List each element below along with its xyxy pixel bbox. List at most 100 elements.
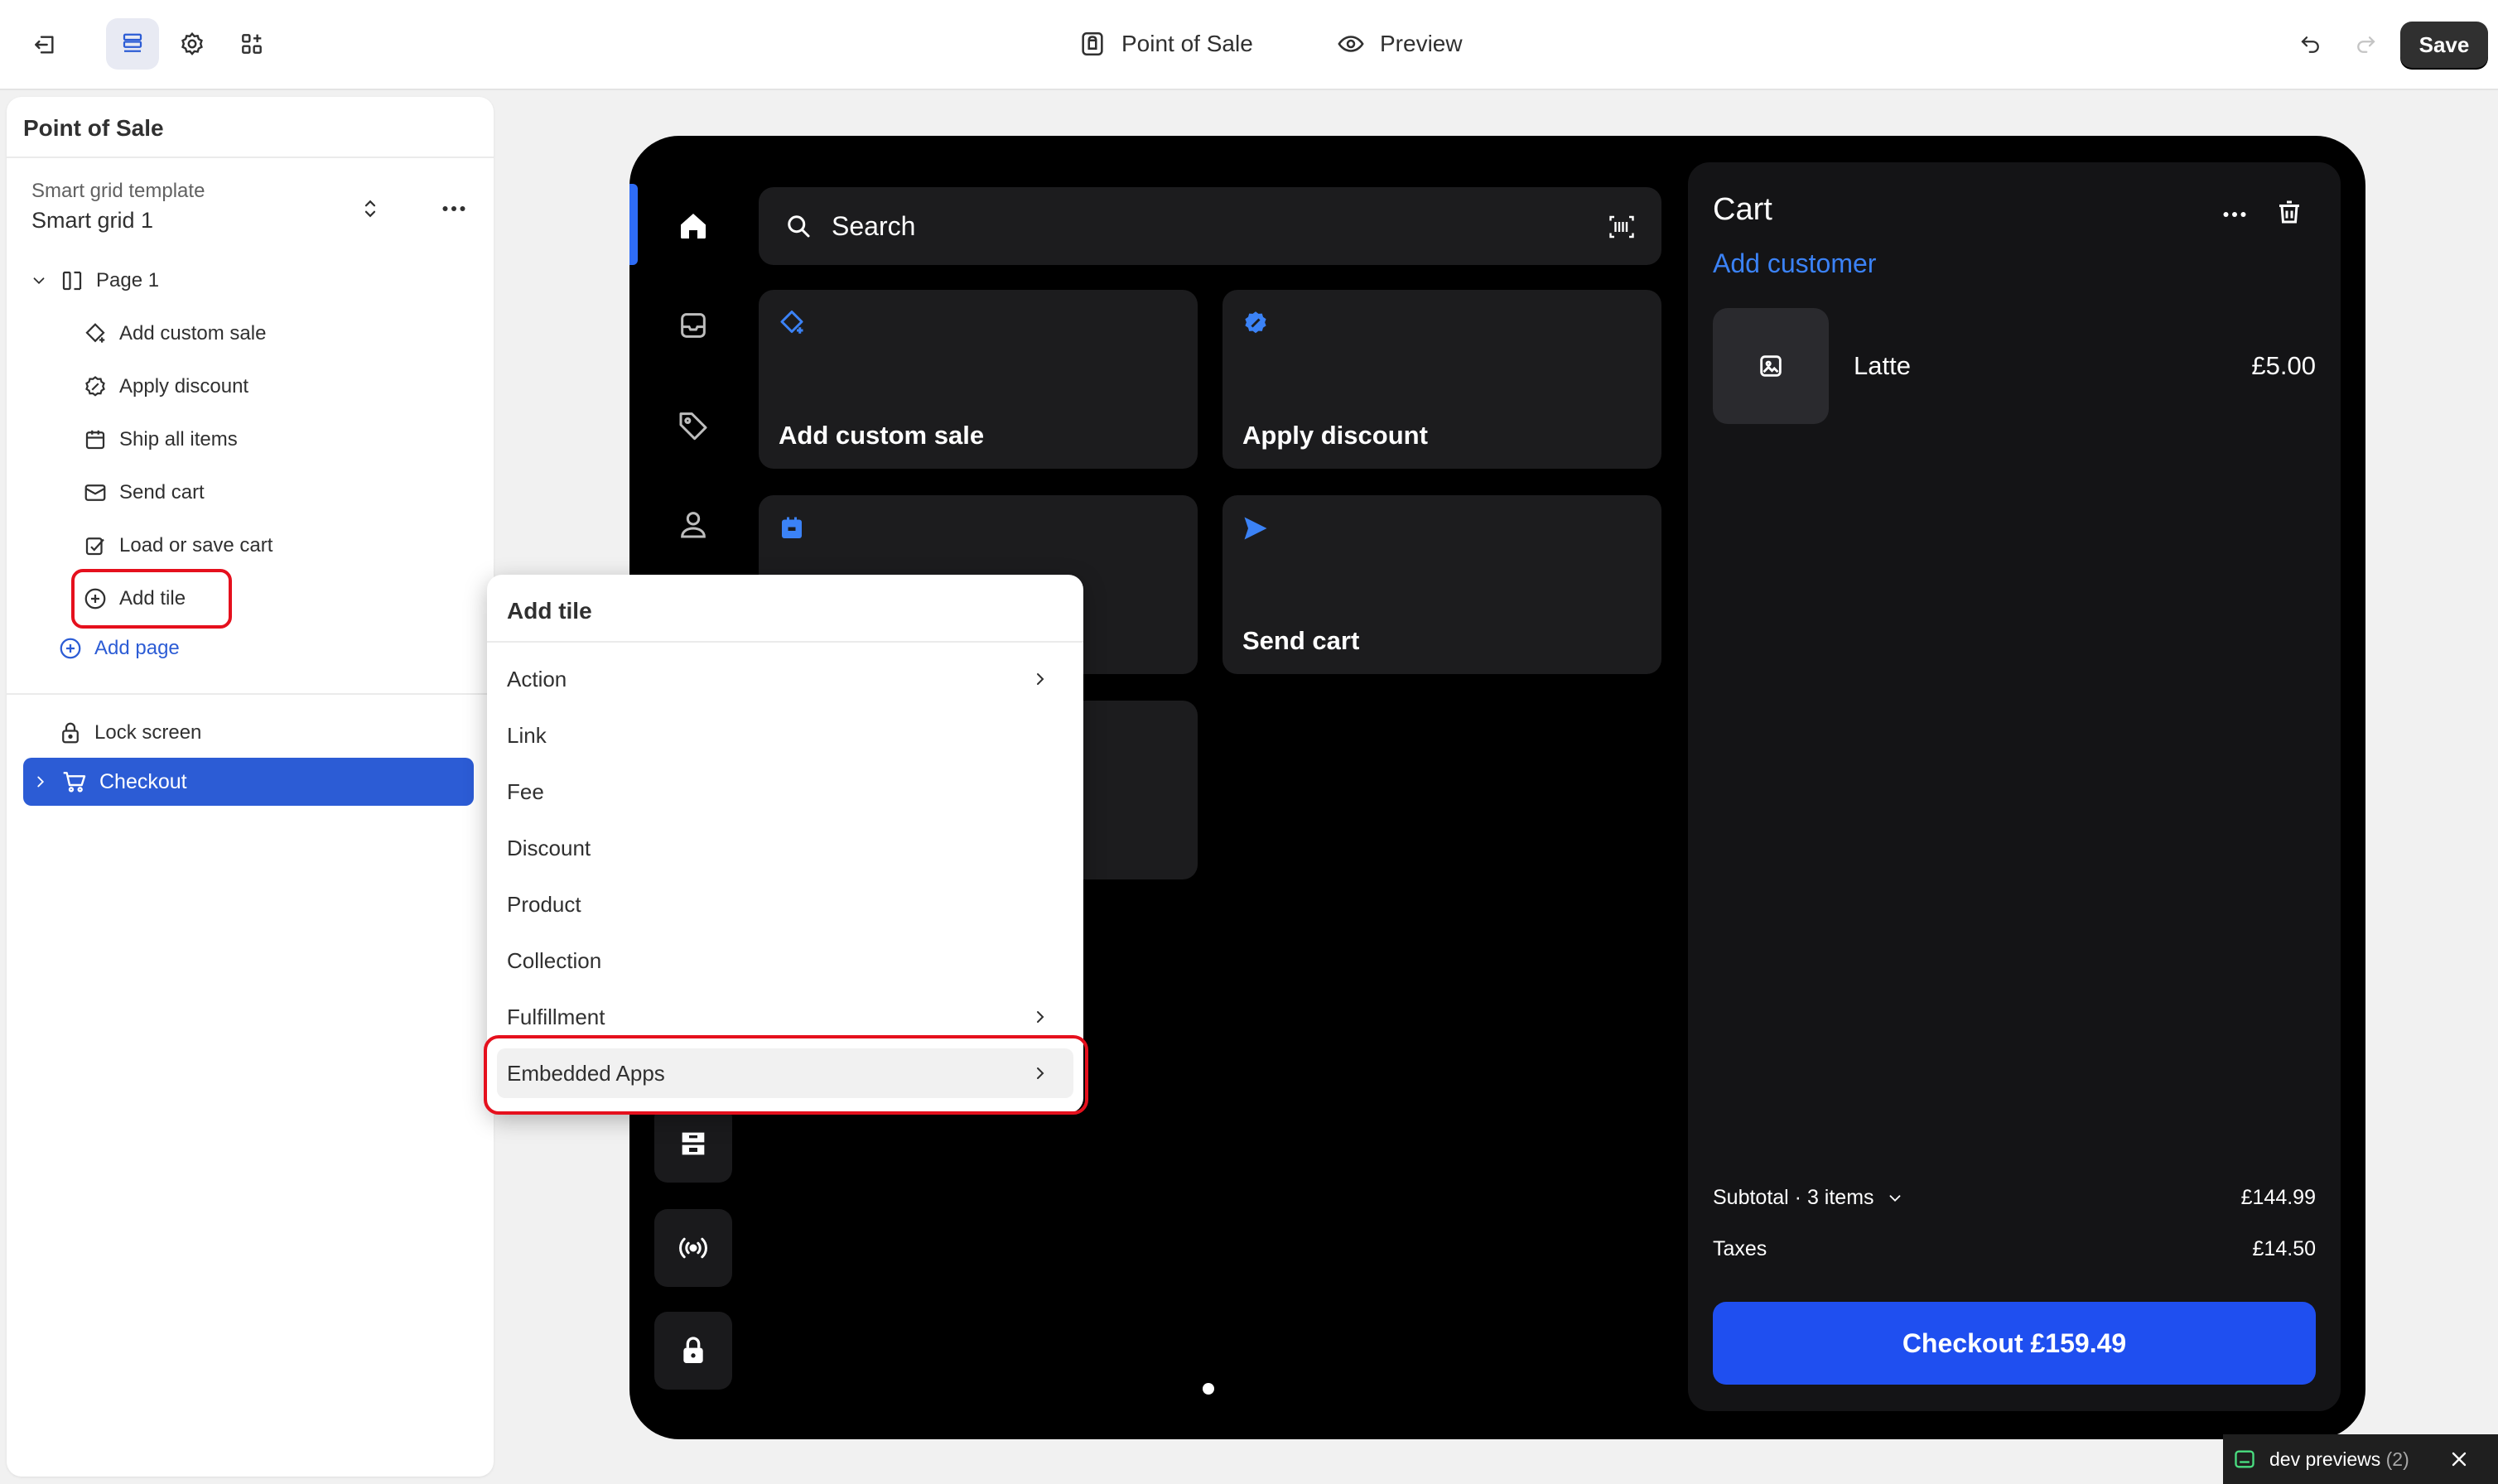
image-placeholder-icon — [1760, 355, 1782, 377]
save-cart-icon — [85, 537, 104, 556]
add-tile-highlight — [71, 569, 232, 629]
tree-page-1[interactable]: Page 1 — [30, 264, 159, 297]
tree-lock-screen[interactable]: Lock screen — [58, 716, 201, 749]
checkout-button[interactable]: Checkout £159.49 — [1713, 1302, 2316, 1385]
exit-icon[interactable] — [23, 23, 66, 66]
dropdown-item-fee[interactable]: Fee — [497, 767, 1073, 817]
inbox-icon[interactable] — [666, 298, 721, 353]
tree-tile-4[interactable]: Load or save cart — [83, 529, 272, 562]
checkout-label: Checkout — [99, 769, 187, 793]
tree-tile-1[interactable]: Apply discount — [83, 370, 248, 403]
dropdown-item-label: Discount — [507, 835, 591, 860]
pos-tile-add-custom-sale[interactable]: Add custom sale — [759, 290, 1198, 469]
subtotal-label: Subtotal · 3 items — [1713, 1186, 1874, 1209]
dropdown-item-label: Fee — [507, 778, 544, 804]
person-icon[interactable] — [666, 497, 721, 552]
add-page-label: Add page — [94, 637, 180, 659]
page-label: Page 1 — [96, 269, 160, 292]
dropdown-item-label: Link — [507, 722, 547, 748]
chevron-down-icon[interactable] — [30, 272, 48, 290]
dropdown-item-label: Fulfillment — [507, 1004, 605, 1029]
add-customer-link[interactable]: Add customer — [1713, 248, 1876, 279]
tree-tile-3[interactable]: Send cart — [83, 476, 205, 509]
tag-icon[interactable] — [666, 398, 721, 452]
taxes-label: Taxes — [1713, 1237, 1767, 1260]
apps-icon[interactable] — [230, 18, 273, 70]
product-thumbnail — [1713, 308, 1829, 424]
dev-previews-count: (2) — [2385, 1448, 2409, 1470]
barcode-scan-icon[interactable] — [1607, 212, 1637, 242]
tree-checkout[interactable]: Checkout — [23, 758, 474, 806]
dropdown-item-label: Product — [507, 891, 581, 917]
dev-previews-bar[interactable]: dev previews (2) — [2223, 1434, 2498, 1484]
ship-icon — [85, 430, 105, 450]
lock-screen-label: Lock screen — [94, 721, 202, 744]
tree-tile-label: Ship all items — [119, 428, 238, 450]
tree-tile-0[interactable]: Add custom sale — [83, 317, 266, 350]
broadcast-icon[interactable] — [654, 1209, 732, 1287]
search-icon — [788, 215, 810, 238]
sections-icon[interactable] — [106, 18, 159, 70]
chevron-down-icon — [1889, 1194, 1900, 1202]
trash-icon[interactable] — [2274, 197, 2304, 227]
chevron-right-icon — [1037, 673, 1044, 685]
dev-previews-label: dev previews — [2269, 1448, 2381, 1470]
gear-icon[interactable] — [171, 18, 214, 70]
search-placeholder: Search — [832, 210, 916, 241]
custom-sale-icon — [780, 311, 803, 334]
tree-tile-label: Send cart — [119, 481, 205, 504]
cart-panel: Cart Add customer Latte £5.00 Subtotal ·… — [1688, 162, 2341, 1411]
chevron-right-icon[interactable] — [31, 773, 50, 791]
dropdown-item-discount[interactable]: Discount — [497, 823, 1073, 873]
dropdown-item-link[interactable]: Link — [497, 711, 1073, 760]
tree-tile-label: Load or save cart — [119, 534, 273, 556]
pos-tile-send-cart[interactable]: Send cart — [1222, 495, 1661, 674]
rail-active-indicator — [629, 184, 638, 265]
page-indicator-dot[interactable] — [1203, 1383, 1214, 1395]
ship-icon — [782, 517, 802, 538]
dropdown-item-action[interactable]: Action — [497, 654, 1073, 704]
taxes-value: £14.50 — [2252, 1237, 2316, 1260]
lock-icon — [62, 722, 79, 744]
cart-icon — [63, 772, 86, 793]
dropdown-divider — [487, 641, 1083, 643]
subtotal-toggle[interactable]: Subtotal · 3 items — [1713, 1186, 1904, 1210]
cart-item-price: £5.00 — [2251, 351, 2316, 380]
redo-icon[interactable] — [2341, 20, 2390, 70]
plus-circle-icon — [60, 638, 81, 659]
pos-tab[interactable]: Point of Sale — [1078, 0, 1253, 88]
more-icon[interactable] — [439, 196, 469, 221]
add-page-button[interactable]: Add page — [58, 632, 180, 665]
chevron-right-icon — [1037, 1011, 1044, 1023]
more-icon[interactable] — [2218, 202, 2251, 227]
subtotal-value: £144.99 — [2240, 1186, 2316, 1209]
template-value: Smart grid 1 — [31, 208, 154, 233]
tree-tile-label: Add custom sale — [119, 322, 267, 344]
panel-divider — [7, 157, 494, 158]
preview-tab[interactable]: Preview — [1337, 0, 1463, 88]
store-icon[interactable] — [654, 1105, 732, 1183]
save-button[interactable]: Save — [2400, 22, 2488, 68]
dropdown-item-label: Collection — [507, 947, 602, 973]
custom-sale-icon — [85, 323, 105, 343]
lock-icon[interactable] — [654, 1312, 732, 1390]
tree-tile-2[interactable]: Ship all items — [83, 423, 238, 456]
tree-tile-label: Apply discount — [119, 375, 249, 398]
top-bar: Point of Sale Preview Save — [0, 0, 2498, 90]
tile-label: Send cart — [1242, 626, 1360, 655]
close-icon[interactable] — [2447, 1448, 2471, 1471]
mail-icon — [84, 484, 106, 501]
tile-label: Apply discount — [1242, 421, 1428, 450]
sections-panel: Point of Sale Smart grid template Smart … — [7, 97, 494, 1477]
pos-search-input[interactable]: Search — [759, 187, 1661, 265]
undo-icon[interactable] — [2286, 20, 2336, 70]
dropdown-item-product[interactable]: Product — [497, 879, 1073, 929]
page-layout-icon — [62, 271, 82, 291]
home-icon[interactable] — [666, 199, 721, 253]
pos-tile-apply-discount[interactable]: Apply discount — [1222, 290, 1661, 469]
preview-window-icon — [2235, 1450, 2254, 1468]
tile-label: Add custom sale — [779, 421, 985, 450]
chevron-updown-icon[interactable] — [358, 195, 383, 223]
dropdown-item-fulfillment[interactable]: Fulfillment — [497, 992, 1073, 1042]
dropdown-item-collection[interactable]: Collection — [497, 936, 1073, 985]
